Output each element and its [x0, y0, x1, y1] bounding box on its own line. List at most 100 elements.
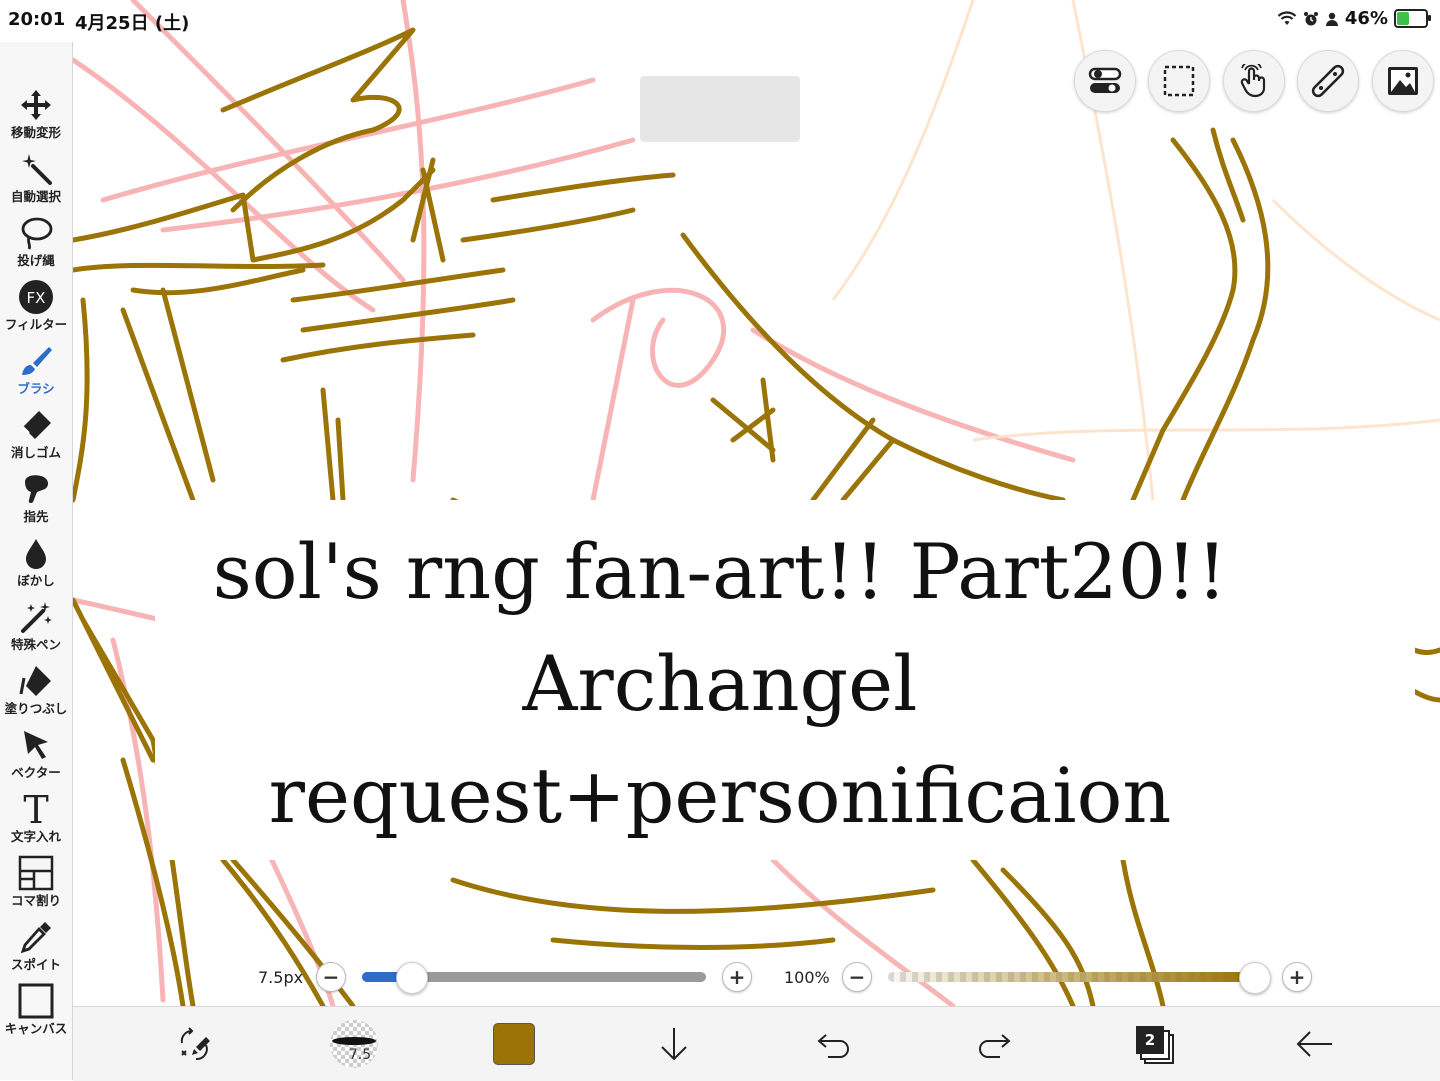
tool-canvas[interactable]: キャンバス: [0, 982, 72, 1044]
tool-label: キャンバス: [4, 1021, 68, 1036]
image-icon: [1388, 67, 1418, 95]
wifi-icon: [1277, 10, 1297, 25]
fx-filter-icon: FX: [19, 280, 53, 314]
ruler-icon: [1311, 64, 1345, 98]
tool-fill[interactable]: 塗りつぶし: [0, 662, 72, 724]
selection-button[interactable]: [1148, 50, 1210, 112]
canvas-icon: [18, 983, 54, 1019]
reference-image-button[interactable]: [1372, 50, 1434, 112]
tool-panel-split[interactable]: コマ割り: [0, 854, 72, 916]
tool-eyedropper[interactable]: スポイト: [0, 918, 72, 980]
redo-icon: [979, 1034, 1011, 1058]
undo-button[interactable]: [809, 1019, 859, 1069]
drawing-canvas[interactable]: [73, 0, 1440, 1006]
tool-auto-select[interactable]: 自動選択: [0, 150, 72, 212]
layers-button[interactable]: 2: [1129, 1019, 1179, 1069]
download-button[interactable]: [649, 1019, 699, 1069]
redo-button[interactable]: [969, 1019, 1019, 1069]
tool-label: ベクター: [11, 765, 61, 780]
tool-smudge[interactable]: 指先: [0, 470, 72, 532]
back-arrow-icon: [1296, 1031, 1332, 1057]
tool-lasso[interactable]: 投げ縄: [0, 214, 72, 276]
tool-label: ぼかし: [17, 573, 55, 588]
title-line-2: Archangel: [522, 639, 918, 728]
alarm-icon: [1303, 11, 1318, 25]
tool-brush[interactable]: ブラシ: [0, 342, 72, 404]
back-button[interactable]: [1289, 1019, 1339, 1069]
finger-smudge-icon: [25, 475, 49, 504]
title-line-1: sol's rng fan-art!! Part20!!: [212, 527, 1228, 616]
tool-special-pen[interactable]: 特殊ペン: [0, 598, 72, 660]
opacity-minus-button[interactable]: −: [842, 962, 872, 992]
special-pen-icon: [21, 602, 52, 633]
brush-size-label: 7.5px: [258, 968, 304, 987]
brush-preview-icon: 7.5: [330, 1020, 378, 1068]
touch-icon: [1240, 64, 1266, 98]
transform-swap-button[interactable]: [170, 1019, 220, 1069]
fill-bucket-icon: [19, 666, 51, 696]
tool-filter[interactable]: FX フィルター: [0, 278, 72, 340]
eraser-icon: [22, 411, 51, 439]
blur-drop-icon: [26, 539, 46, 569]
artwork-title: sol's rng fan-art!! Part20!! Archangel r…: [0, 516, 1440, 852]
eyedropper-icon: [20, 922, 51, 954]
toggle-settings-button[interactable]: [1074, 50, 1136, 112]
tool-vector[interactable]: ベクター: [0, 726, 72, 788]
layer-count: 2: [1136, 1026, 1164, 1054]
toggle-icon: [1088, 67, 1122, 93]
opacity-label: 100%: [784, 968, 830, 987]
color-swatch: [493, 1023, 535, 1065]
status-time: 20:01: [8, 9, 66, 30]
opacity-knob[interactable]: [1239, 962, 1271, 994]
touch-gesture-button[interactable]: [1223, 50, 1285, 112]
brush-preview-size: 7.5: [349, 1047, 371, 1063]
tool-label: 特殊ペン: [10, 637, 61, 652]
title-line-3: request+personificaion: [268, 751, 1172, 840]
opacity-track[interactable]: [888, 972, 1254, 982]
bottom-bar: 7.5 2: [73, 1006, 1440, 1081]
layers-icon: 2: [1136, 1026, 1174, 1064]
battery-icon: [1394, 9, 1431, 28]
status-right: 46%: [1277, 8, 1431, 29]
tool-label: コマ割り: [10, 893, 61, 908]
panel-split-icon: [18, 855, 54, 891]
tool-label: 指先: [23, 509, 49, 524]
tool-sidebar: 移動変形 自動選択 投げ縄 FX フィルター ブラシ 消しゴム 指先 ぼかし 特…: [0, 42, 73, 1080]
tool-eraser[interactable]: 消しゴム: [0, 406, 72, 468]
tool-label: 文字入れ: [10, 829, 61, 844]
brush-size-knob[interactable]: [396, 962, 428, 994]
transform-swap-icon: [180, 1027, 210, 1061]
opacity-slider: 100% − +: [780, 960, 1320, 994]
tool-text[interactable]: T 文字入れ: [0, 790, 72, 852]
brush-icon: [22, 347, 52, 375]
tool-label: 消しゴム: [10, 445, 61, 460]
lasso-icon: [21, 217, 53, 250]
person-icon: [1325, 12, 1338, 26]
tool-label: スポイト: [10, 957, 61, 972]
brush-preview-button[interactable]: 7.5: [329, 1019, 379, 1069]
color-picker-button[interactable]: [489, 1019, 539, 1069]
magic-wand-icon: [22, 154, 52, 185]
vector-cursor-icon: [24, 731, 48, 759]
tool-blur[interactable]: ぼかし: [0, 534, 72, 596]
ruler-button[interactable]: [1297, 50, 1359, 112]
tool-label: フィルター: [4, 317, 68, 332]
move-arrows-icon: [21, 90, 51, 120]
brush-size-minus-button[interactable]: −: [316, 962, 346, 992]
brush-size-plus-button[interactable]: +: [722, 962, 752, 992]
selection-icon: [1163, 65, 1195, 97]
opacity-plus-button[interactable]: +: [1282, 962, 1312, 992]
tool-label: ブラシ: [17, 381, 55, 396]
tool-label: 自動選択: [10, 189, 61, 204]
text-t-icon: T: [23, 791, 48, 827]
svg-text:FX: FX: [27, 289, 46, 307]
status-bar: 20:01 4月25日 (土) 46%: [0, 0, 1440, 42]
brush-size-slider: 7.5px − +: [250, 960, 770, 994]
undo-icon: [817, 1034, 849, 1058]
battery-percent: 46%: [1344, 8, 1388, 29]
status-date: 4月25日 (土): [75, 13, 190, 34]
tool-label: 投げ縄: [17, 253, 55, 268]
tool-move-transform[interactable]: 移動変形: [0, 86, 72, 148]
svg-text:T: T: [23, 791, 48, 827]
hidden-floating-button[interactable]: [640, 76, 800, 142]
